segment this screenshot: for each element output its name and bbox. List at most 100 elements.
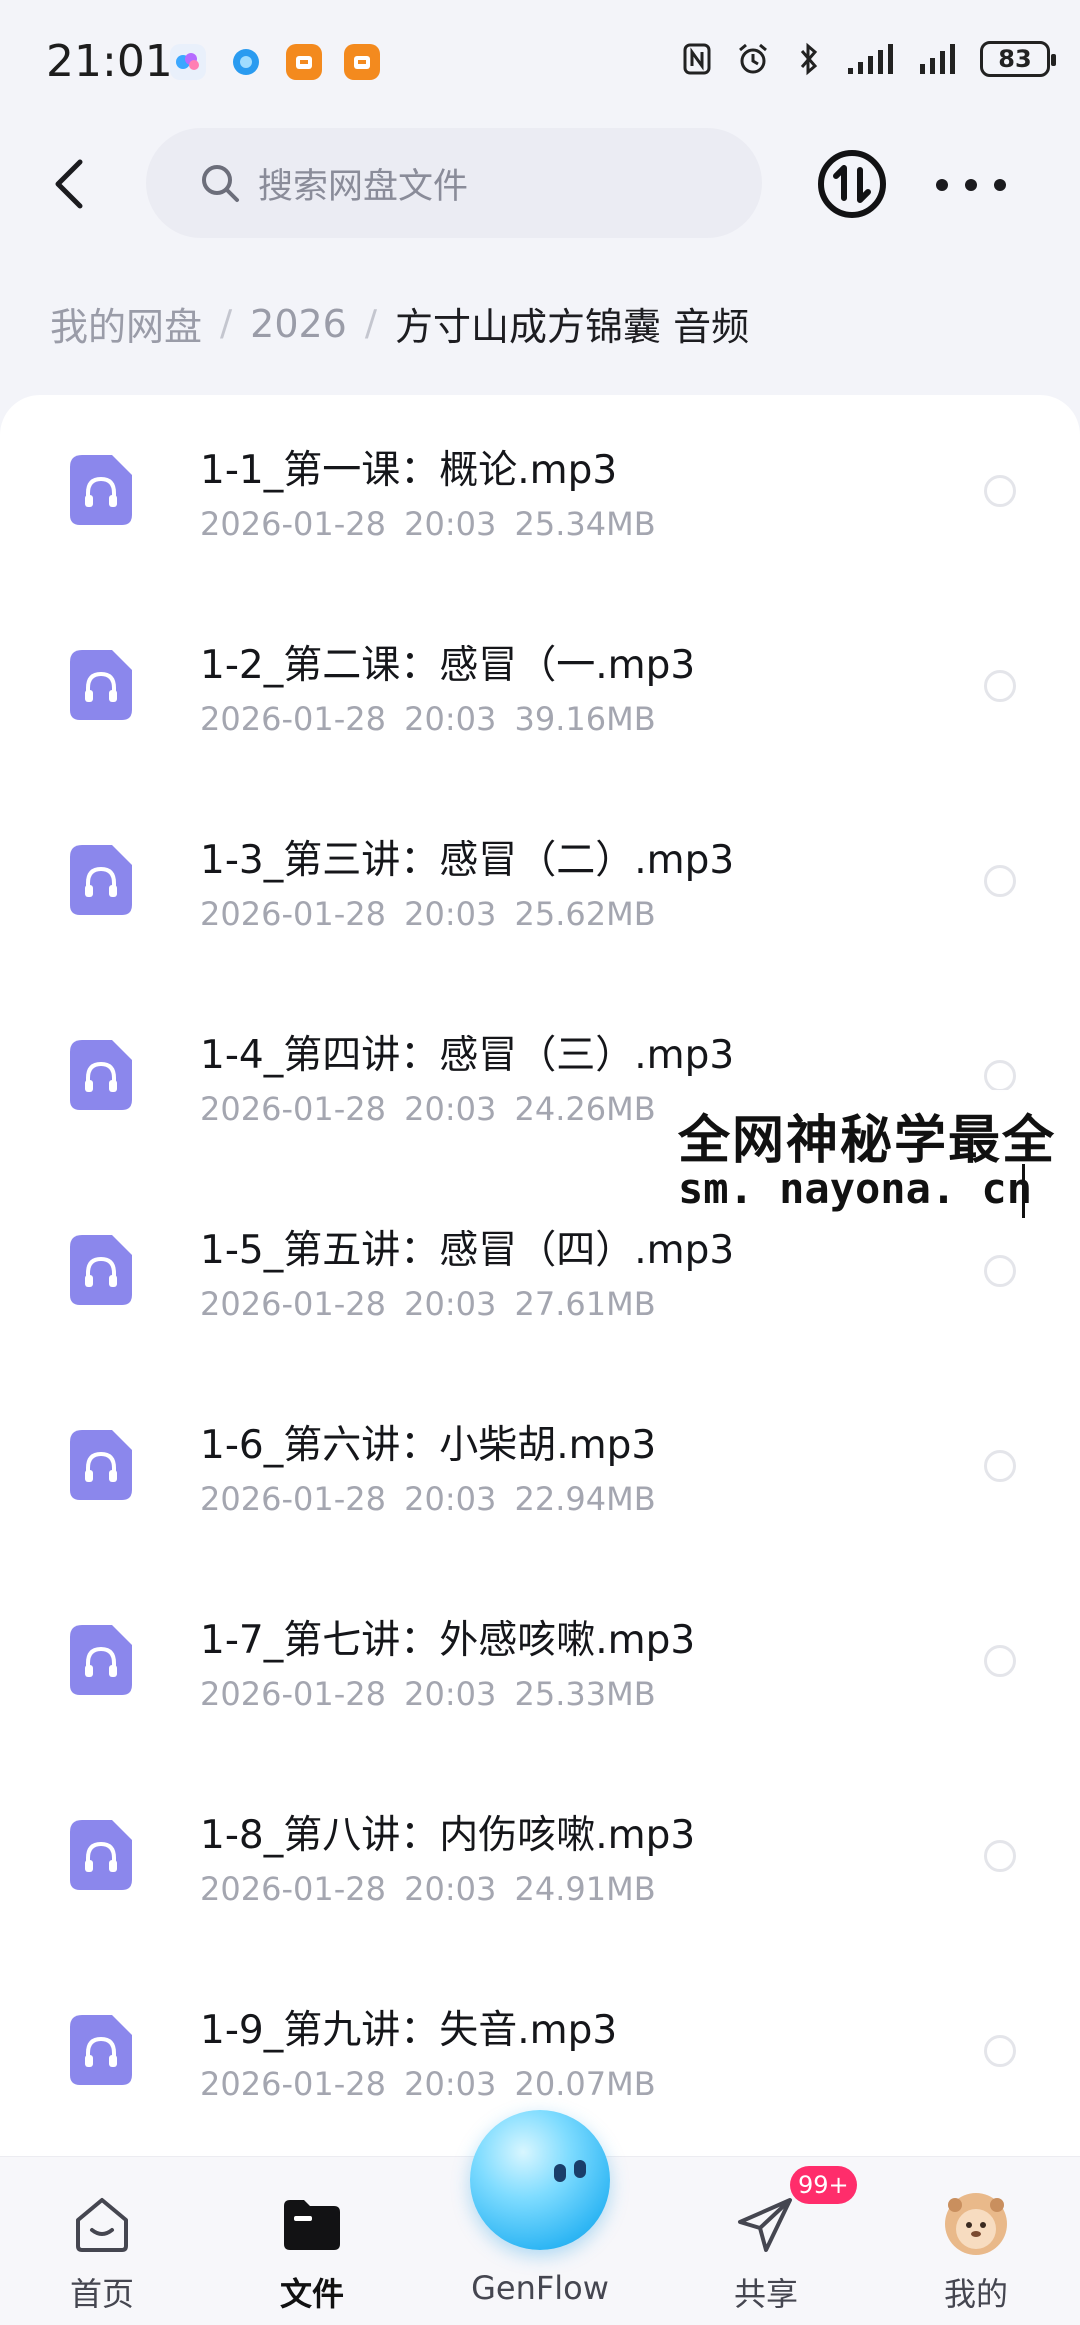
file-size: 25.62MB [514,895,656,933]
select-checkbox[interactable] [984,1645,1016,1677]
nav-label-me: 我的 [943,2275,1008,2313]
file-date: 2026-01-28 [200,2065,386,2103]
orange-app-icon [286,44,322,80]
file-row[interactable]: 1-8_第八讲：内伤咳嗽.mp3 2026-01-28 20:03 24.91MB [0,1760,1080,1955]
nfc-icon [678,40,716,78]
orb-eye [554,2164,566,2182]
file-date: 2026-01-28 [200,505,386,543]
file-size: 39.16MB [514,700,656,738]
file-meta: 2026-01-28 20:03 25.62MB [200,895,656,933]
file-size: 27.61MB [514,1285,656,1323]
file-size: 24.91MB [514,1870,656,1908]
file-list: 1-1_第一课：概论.mp3 2026-01-28 20:03 25.34MB 1-… [0,395,1080,2195]
select-checkbox[interactable] [984,1450,1016,1482]
folder-icon [279,2191,345,2257]
file-time: 20:03 [404,1675,497,1713]
transfer-icon [818,150,886,218]
nav-label-share: 共享 [733,2275,798,2313]
search-input[interactable]: 搜索网盘文件 [146,128,762,238]
watermark-line1: 全网神秘学最全 [678,1111,1057,1171]
more-options-button[interactable] [936,160,1006,210]
file-meta: 2026-01-28 20:03 20.07MB [200,2065,656,2103]
breadcrumb-item-root[interactable]: 我的网盘 [50,296,202,351]
file-date: 2026-01-28 [200,1870,386,1908]
status-indicators: 83 [678,40,1056,78]
file-time: 20:03 [404,700,497,738]
status-bar: 21:01 83 [0,0,1080,130]
select-checkbox[interactable] [984,670,1016,702]
file-name: 1-3_第三讲：感冒（二）.mp3 [200,838,735,883]
file-name: 1-7_第七讲：外感咳嗽.mp3 [200,1618,696,1663]
search-placeholder: 搜索网盘文件 [258,166,469,207]
file-meta: 2026-01-28 20:03 25.34MB [200,505,656,543]
nav-item-home[interactable]: 首页 [22,2157,182,2325]
transfer-button[interactable] [814,146,890,222]
file-row[interactable]: 1-1_第一课：概论.mp3 2026-01-28 20:03 25.34MB [0,395,1080,590]
file-time: 20:03 [404,895,497,933]
file-size: 25.33MB [514,1675,656,1713]
breadcrumb-separator: / [220,303,233,344]
audio-file-icon [68,1428,134,1502]
file-date: 2026-01-28 [200,700,386,738]
file-date: 2026-01-28 [200,1090,386,1128]
home-icon [69,2191,135,2257]
file-time: 20:03 [404,2065,497,2103]
select-checkbox[interactable] [984,1060,1016,1092]
file-time: 20:03 [404,505,497,543]
file-name: 1-2_第二课：感冒（一.mp3 [200,643,696,688]
status-app-icons [170,44,380,80]
select-checkbox[interactable] [984,865,1016,897]
audio-file-icon [68,453,134,527]
nav-label-home: 首页 [69,2275,134,2313]
file-row[interactable]: 1-6_第六讲：小柴胡.mp3 2026-01-28 20:03 22.94MB [0,1370,1080,1565]
file-row[interactable]: 1-7_第七讲：外感咳嗽.mp3 2026-01-28 20:03 25.33MB [0,1565,1080,1760]
file-size: 25.34MB [514,505,656,543]
watermark: 全网神秘学最全 sm. nayona. cn [672,1090,1080,1218]
audio-file-icon [68,1038,134,1112]
paper-plane-icon [733,2191,799,2257]
file-name: 1-4_第四讲：感冒（三）.mp3 [200,1033,735,1078]
nav-item-me[interactable]: 我的 [896,2157,1056,2325]
more-dot [994,179,1006,191]
select-checkbox[interactable] [984,2035,1016,2067]
select-checkbox[interactable] [984,475,1016,507]
nav-label-genflow: GenFlow [471,2269,609,2307]
battery-indicator: 83 [980,41,1056,77]
chevron-left-icon [55,159,83,209]
orb-eye [574,2160,586,2178]
genflow-orb-icon[interactable] [470,2110,610,2250]
back-button[interactable] [40,154,100,214]
browser-app-icon [228,44,264,80]
file-meta: 2026-01-28 20:03 27.61MB [200,1285,656,1323]
bluetooth-icon [790,40,828,78]
audio-file-icon [68,1623,134,1697]
breadcrumb: 我的网盘 / 2026 / 方寸山成方锦囊 音频 [50,296,749,351]
nav-item-files[interactable]: 文件 [232,2157,392,2325]
file-time: 20:03 [404,1480,497,1518]
file-meta: 2026-01-28 20:03 25.33MB [200,1675,656,1713]
more-dot [965,179,977,191]
file-date: 2026-01-28 [200,1285,386,1323]
breadcrumb-item-year[interactable]: 2026 [250,302,347,346]
avatar-icon [943,2191,1009,2257]
file-size: 22.94MB [514,1480,656,1518]
status-time: 21:01 [46,36,173,87]
breadcrumb-separator: / [364,303,378,344]
file-size: 24.26MB [514,1090,656,1128]
file-date: 2026-01-28 [200,1480,386,1518]
file-meta: 2026-01-28 20:03 24.91MB [200,1870,656,1908]
signal-icon [846,40,900,78]
file-row[interactable]: 1-2_第二课：感冒（一.mp3 2026-01-28 20:03 39.16MB [0,590,1080,785]
select-checkbox[interactable] [984,1840,1016,1872]
file-name: 1-8_第八讲：内伤咳嗽.mp3 [200,1813,696,1858]
file-meta: 2026-01-28 20:03 24.26MB [200,1090,656,1128]
alarm-icon [734,40,772,78]
select-checkbox[interactable] [984,1255,1016,1287]
file-time: 20:03 [404,1285,497,1323]
file-row[interactable]: 1-3_第三讲：感冒（二）.mp3 2026-01-28 20:03 25.62M… [0,785,1080,980]
search-icon [198,161,242,205]
file-size: 20.07MB [514,2065,656,2103]
file-date: 2026-01-28 [200,895,386,933]
audio-file-icon [68,843,134,917]
file-name: 1-6_第六讲：小柴胡.mp3 [200,1423,657,1468]
